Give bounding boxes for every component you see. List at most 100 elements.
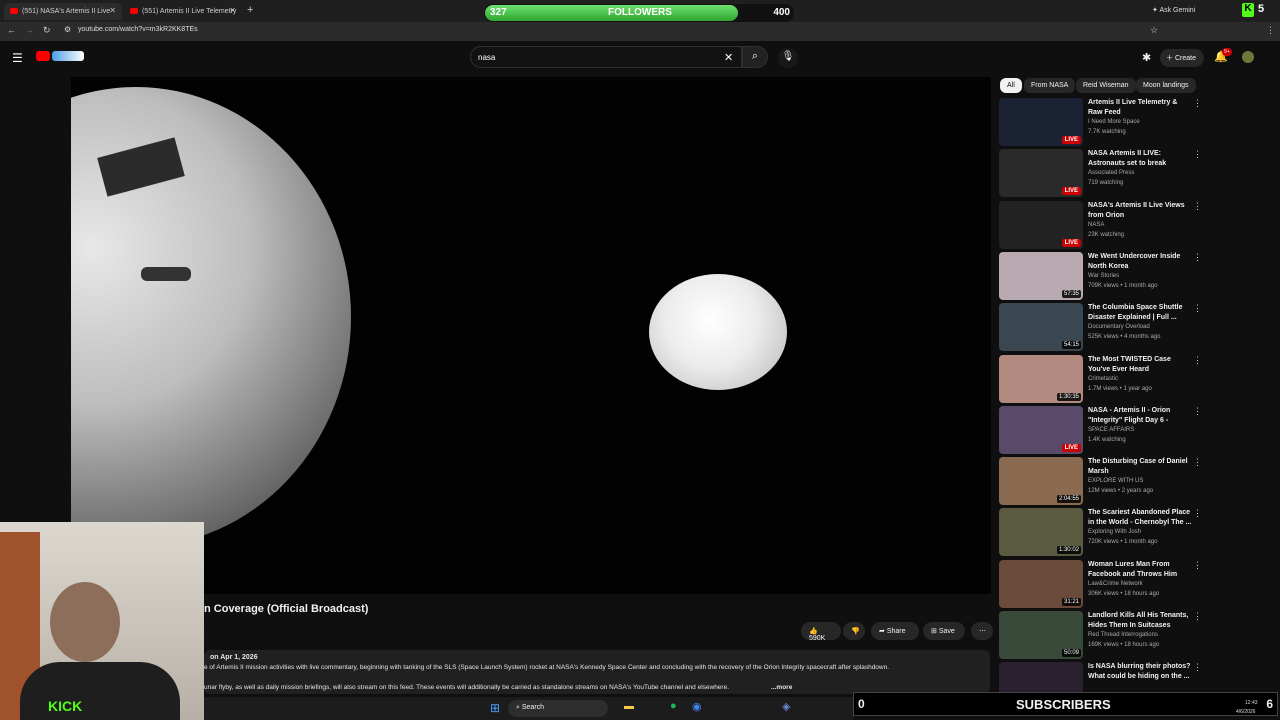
gemini-sparkle-icon[interactable]: ✱: [1142, 51, 1151, 64]
video-thumbnail[interactable]: LIVE: [999, 406, 1083, 454]
ask-gemini-button[interactable]: ✦ Ask Gemini: [1152, 6, 1195, 14]
recommendation-item[interactable]: LIVE NASA's Artemis II Live Views from Or…: [999, 201, 1202, 249]
share-button[interactable]: ➦ Share: [871, 622, 919, 640]
more-options-icon[interactable]: ⋮: [1193, 611, 1202, 622]
spotify-icon[interactable]: ●: [670, 700, 677, 712]
voice-search-button[interactable]: 🎙: [778, 48, 798, 68]
chip-from-nasa[interactable]: From NASA: [1024, 78, 1076, 93]
tab-nasa-artemis[interactable]: (551) NASA's Artemis II Live ✕: [4, 3, 122, 20]
recommendation-item[interactable]: LIVE NASA Artemis II LIVE: Astronauts set…: [999, 149, 1202, 197]
recommendation-channel[interactable]: Exploring With Josh: [1088, 529, 1141, 535]
youtube-logo-icon[interactable]: [36, 51, 50, 61]
close-tab-icon[interactable]: ✕: [109, 6, 116, 15]
url-field[interactable]: youtube.com/watch?v=m3kR2KK8TEs: [78, 26, 198, 33]
video-thumbnail[interactable]: 2:04:55: [999, 457, 1083, 505]
recommendation-title[interactable]: The Disturbing Case of Daniel Marsh: [1088, 457, 1192, 476]
forward-icon[interactable]: →: [25, 25, 34, 35]
save-button[interactable]: ⊞ Save: [923, 622, 965, 640]
video-player[interactable]: [71, 77, 991, 594]
recommendation-item[interactable]: 50:09 Landlord Kills All His Tenants, Hid…: [999, 611, 1202, 659]
more-options-icon[interactable]: ⋮: [1193, 201, 1202, 212]
more-options-icon[interactable]: ⋮: [1193, 406, 1202, 417]
discord-icon[interactable]: ◈: [782, 700, 790, 713]
browser-menu-icon[interactable]: ⋮: [1266, 25, 1275, 36]
more-options-icon[interactable]: ⋮: [1193, 355, 1202, 366]
video-thumbnail[interactable]: LIVE: [999, 98, 1083, 146]
recommendation-channel[interactable]: Associated Press: [1088, 170, 1134, 176]
video-thumbnail[interactable]: LIVE: [999, 201, 1083, 249]
more-options-icon[interactable]: ⋮: [1193, 508, 1202, 519]
video-thumbnail[interactable]: LIVE: [999, 149, 1083, 197]
recommendation-title[interactable]: NASA - Artemis II - Orion "Integrity" Fl…: [1088, 406, 1192, 426]
followers-label: FOLLOWERS: [608, 7, 672, 18]
chrome-icon[interactable]: ◉: [692, 700, 702, 713]
video-thumbnail[interactable]: 54:15: [999, 303, 1083, 351]
account-avatar[interactable]: [1242, 51, 1254, 63]
show-more-link[interactable]: ...more: [771, 684, 792, 691]
more-options-icon[interactable]: ⋮: [1193, 149, 1202, 160]
recommendation-title[interactable]: Is NASA blurring their photos? What coul…: [1088, 662, 1192, 681]
more-options-icon[interactable]: ⋮: [1193, 252, 1202, 263]
video-thumbnail[interactable]: 31:21: [999, 560, 1083, 608]
recommendation-title[interactable]: NASA's Artemis II Live Views from Orion: [1088, 201, 1192, 220]
recommendation-item[interactable]: 54:15 The Columbia Space Shuttle Disaster…: [999, 303, 1202, 351]
recommendation-title[interactable]: The Scariest Abandoned Place in the Worl…: [1088, 508, 1192, 527]
recommendation-item[interactable]: LIVE NASA - Artemis II - Orion "Integrity…: [999, 406, 1202, 454]
recommendation-item[interactable]: 1:30:02 The Scariest Abandoned Place in t…: [999, 508, 1202, 556]
recommendation-title[interactable]: Artemis II Live Telemetry & Raw Feed: [1088, 98, 1192, 117]
tab-artemis-telemetry[interactable]: (551) Artemis II Live Telemetry ✕: [124, 3, 242, 20]
more-options-icon[interactable]: ⋮: [1193, 560, 1202, 571]
recommendation-title[interactable]: The Columbia Space Shuttle Disaster Expl…: [1088, 303, 1192, 322]
recommendation-item[interactable]: 2:04:55 The Disturbing Case of Daniel Mar…: [999, 457, 1202, 505]
file-explorer-icon[interactable]: ▬: [624, 701, 634, 712]
like-button[interactable]: 👍 590K: [801, 622, 841, 642]
recommendation-channel[interactable]: Documentary Overload: [1088, 324, 1150, 330]
windows-start-icon[interactable]: ⊞: [490, 701, 500, 715]
more-options-icon[interactable]: ⋮: [1193, 457, 1202, 468]
reload-icon[interactable]: ↻: [43, 25, 51, 36]
site-info-icon[interactable]: ⚙: [64, 25, 71, 34]
recommendation-title[interactable]: NASA Artemis II LIVE: Astronauts set to …: [1088, 149, 1192, 169]
recommendation-channel[interactable]: I Need More Space: [1088, 119, 1140, 125]
recommendation-title[interactable]: The Most TWISTED Case You've Ever Heard: [1088, 355, 1192, 374]
guide-menu-icon[interactable]: ☰: [12, 51, 23, 65]
video-thumbnail[interactable]: 1:30:35: [999, 355, 1083, 403]
bookmark-star-icon[interactable]: ☆: [1150, 25, 1158, 36]
recommendation-channel[interactable]: Crimetastic: [1088, 376, 1118, 382]
new-tab-button[interactable]: +: [247, 4, 253, 16]
clear-search-icon[interactable]: ✕: [724, 51, 733, 64]
chip-reid-wiseman[interactable]: Reid Wiseman: [1076, 78, 1136, 93]
recommendation-title[interactable]: We Went Undercover Inside North Korea: [1088, 252, 1192, 271]
recommendation-channel[interactable]: SPACE AFFAIRS: [1088, 427, 1134, 433]
more-options-icon[interactable]: ⋮: [1193, 662, 1202, 673]
recommendation-item[interactable]: 31:21 Woman Lures Man From Facebook and T…: [999, 560, 1202, 608]
video-thumbnail[interactable]: 1:30:02: [999, 508, 1083, 556]
video-thumbnail[interactable]: 50:09: [999, 611, 1083, 659]
recommendation-channel[interactable]: Red Thread Interrogations: [1088, 632, 1158, 638]
recommendation-channel[interactable]: Law&Crime Network: [1088, 581, 1143, 587]
search-button[interactable]: ⌕: [742, 46, 768, 68]
recommendation-item[interactable]: LIVE Artemis II Live Telemetry & Raw Feed…: [999, 98, 1202, 146]
recommendation-channel[interactable]: NASA: [1088, 222, 1104, 228]
youtube-doodle-logo[interactable]: [52, 51, 84, 61]
recommendation-channel[interactable]: EXPLORE WITH US: [1088, 478, 1143, 484]
chip-all[interactable]: All: [1000, 78, 1022, 93]
taskbar-search-box[interactable]: ⌕ Search: [508, 700, 608, 717]
search-input[interactable]: [470, 46, 742, 68]
recommendation-title[interactable]: Landlord Kills All His Tenants, Hides Th…: [1088, 611, 1192, 630]
recommendation-channel[interactable]: War Stories: [1088, 273, 1119, 279]
close-tab-icon[interactable]: ✕: [229, 6, 236, 15]
back-icon[interactable]: ←: [7, 25, 16, 35]
description-box[interactable]: on Apr 1, 2026 e of Artemis II mission a…: [204, 650, 990, 694]
video-thumbnail[interactable]: 57:35: [999, 252, 1083, 300]
create-button[interactable]: ＋ Create: [1160, 49, 1204, 67]
recommendation-item[interactable]: 1:30:35 The Most TWISTED Case You've Ever…: [999, 355, 1202, 403]
more-actions-button[interactable]: ⋯: [971, 622, 993, 640]
chip-moon-landings[interactable]: Moon landings: [1136, 78, 1196, 93]
recommendation-item[interactable]: 57:35 We Went Undercover Inside North Kor…: [999, 252, 1202, 300]
recommendation-title[interactable]: Woman Lures Man From Facebook and Throws…: [1088, 560, 1192, 580]
dislike-button[interactable]: 👎: [843, 622, 865, 640]
more-options-icon[interactable]: ⋮: [1193, 98, 1202, 109]
more-options-icon[interactable]: ⋮: [1193, 303, 1202, 314]
kick-icon[interactable]: K: [1242, 3, 1254, 17]
